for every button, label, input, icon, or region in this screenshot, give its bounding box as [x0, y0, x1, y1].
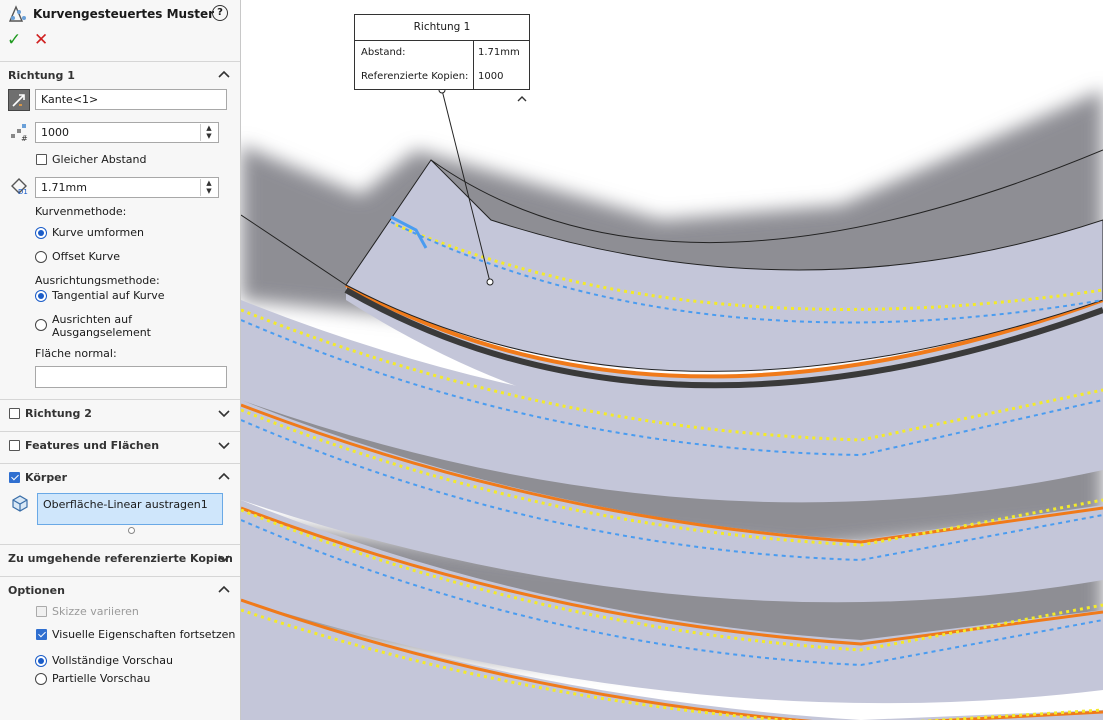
- bodies-listbox[interactable]: Oberfläche-Linear austragen1: [37, 493, 223, 525]
- bodies-list-item[interactable]: Oberfläche-Linear austragen1: [43, 498, 208, 511]
- instance-count-icon: #: [11, 124, 28, 142]
- richtung-2-checkbox[interactable]: [9, 408, 20, 419]
- propagate-visual-checkbox[interactable]: [36, 629, 47, 640]
- callout-anchor-point[interactable]: [486, 278, 494, 286]
- face-normal-label: Fläche normal:: [35, 347, 117, 360]
- spacing-spinner[interactable]: ▲ ▼: [200, 179, 217, 196]
- radio-align-to-seed-label-2: Ausgangselement: [52, 326, 151, 339]
- spacing-field[interactable]: 1.71mm ▲ ▼: [35, 177, 219, 198]
- callout-spacing-label: Abstand:: [361, 47, 406, 58]
- section-richtung-2-label: Richtung 2: [25, 407, 92, 420]
- vary-sketch-checkbox[interactable]: [36, 606, 47, 617]
- chevron-up-icon[interactable]: [217, 583, 231, 597]
- section-koerper-header[interactable]: Körper: [0, 463, 240, 492]
- curve-pattern-icon: [8, 5, 26, 22]
- section-richtung-2-header[interactable]: Richtung 2: [0, 399, 240, 428]
- align-method-label: Ausrichtungsmethode:: [35, 274, 160, 287]
- graphics-viewport[interactable]: [241, 0, 1103, 720]
- ok-button[interactable]: ✓: [7, 30, 21, 50]
- koerper-checkbox[interactable]: [9, 472, 20, 483]
- callout-row-spacing: Abstand: 1.71mm: [355, 40, 529, 65]
- property-manager-panel: Kurvengesteuertes Muster ? ✓ ✕ Richtung …: [0, 0, 241, 720]
- radio-curve-transform-label: Kurve umformen: [52, 226, 145, 239]
- listbox-resize-handle[interactable]: [128, 527, 135, 534]
- radio-partial-preview[interactable]: [35, 673, 47, 685]
- instance-count-field[interactable]: 1000 ▲ ▼: [35, 122, 219, 143]
- equal-spacing-checkbox[interactable]: [36, 154, 47, 165]
- model-preview-graphic[interactable]: [241, 0, 1103, 720]
- direction-edge-field[interactable]: Kante<1>: [35, 89, 227, 110]
- radio-full-preview[interactable]: [35, 655, 47, 667]
- panel-title: Kurvengesteuertes Muster: [33, 7, 215, 21]
- chevron-down-icon[interactable]: [217, 406, 231, 420]
- callout-instances-label: Referenzierte Kopien:: [361, 71, 469, 82]
- face-normal-field[interactable]: [35, 366, 227, 388]
- chevron-up-icon[interactable]: [217, 470, 231, 484]
- radio-align-to-seed-label-1: Ausrichten auf: [52, 313, 132, 326]
- spacing-icon: D1: [11, 178, 28, 196]
- instance-count-spinner[interactable]: ▲ ▼: [200, 124, 217, 141]
- help-button[interactable]: ?: [212, 5, 228, 21]
- spacing-value: 1.71mm: [41, 181, 87, 194]
- section-optionen-header[interactable]: Optionen: [0, 576, 240, 605]
- features-checkbox[interactable]: [9, 440, 20, 451]
- vary-sketch-label: Skizze variieren: [52, 605, 139, 618]
- section-richtung-1-label: Richtung 1: [8, 69, 75, 82]
- propagate-visual-label: Visuelle Eigenschaften fortsetzen: [52, 628, 236, 641]
- radio-tangent-to-curve-label: Tangential auf Kurve: [52, 289, 165, 302]
- radio-full-preview-label: Vollständige Vorschau: [52, 654, 173, 667]
- svg-text:#: #: [21, 134, 28, 142]
- section-skip-instances-header[interactable]: Zu umgehende referenzierte Kopien: [0, 544, 240, 573]
- radio-tangent-to-curve[interactable]: [35, 290, 47, 302]
- radio-align-to-seed[interactable]: [35, 319, 47, 331]
- callout-collapse-chevron-icon[interactable]: [515, 93, 529, 105]
- section-features-label: Features und Flächen: [25, 439, 160, 452]
- section-richtung-1-header[interactable]: Richtung 1: [0, 61, 240, 90]
- equal-spacing-label: Gleicher Abstand: [52, 153, 147, 166]
- chevron-up-icon[interactable]: [217, 68, 231, 82]
- cancel-button[interactable]: ✕: [34, 30, 48, 50]
- chevron-down-icon[interactable]: [217, 551, 231, 565]
- curve-method-label: Kurvenmethode:: [35, 205, 127, 218]
- section-skip-instances-label: Zu umgehende referenzierte Kopien: [8, 552, 233, 565]
- radio-partial-preview-label: Partielle Vorschau: [52, 672, 151, 685]
- svg-text:D1: D1: [18, 188, 28, 196]
- callout-instances-value[interactable]: 1000: [473, 65, 529, 89]
- section-optionen-label: Optionen: [8, 584, 65, 597]
- radio-curve-transform[interactable]: [35, 227, 47, 239]
- chevron-down-icon[interactable]: [217, 438, 231, 452]
- callout-spacing-value[interactable]: 1.71mm: [473, 41, 529, 65]
- callout-title: Richtung 1: [413, 21, 471, 33]
- section-features-header[interactable]: Features und Flächen: [0, 431, 240, 460]
- radio-offset-curve-label: Offset Kurve: [52, 250, 120, 263]
- direction-edge-icon[interactable]: [8, 89, 30, 111]
- direction-1-callout[interactable]: Richtung 1 Abstand: 1.71mm Referenzierte…: [354, 14, 530, 90]
- section-koerper-label: Körper: [25, 471, 68, 484]
- radio-offset-curve[interactable]: [35, 251, 47, 263]
- instance-count-value: 1000: [41, 126, 69, 139]
- solid-body-icon: [12, 495, 28, 512]
- callout-row-instances: Referenzierte Kopien: 1000: [355, 65, 529, 89]
